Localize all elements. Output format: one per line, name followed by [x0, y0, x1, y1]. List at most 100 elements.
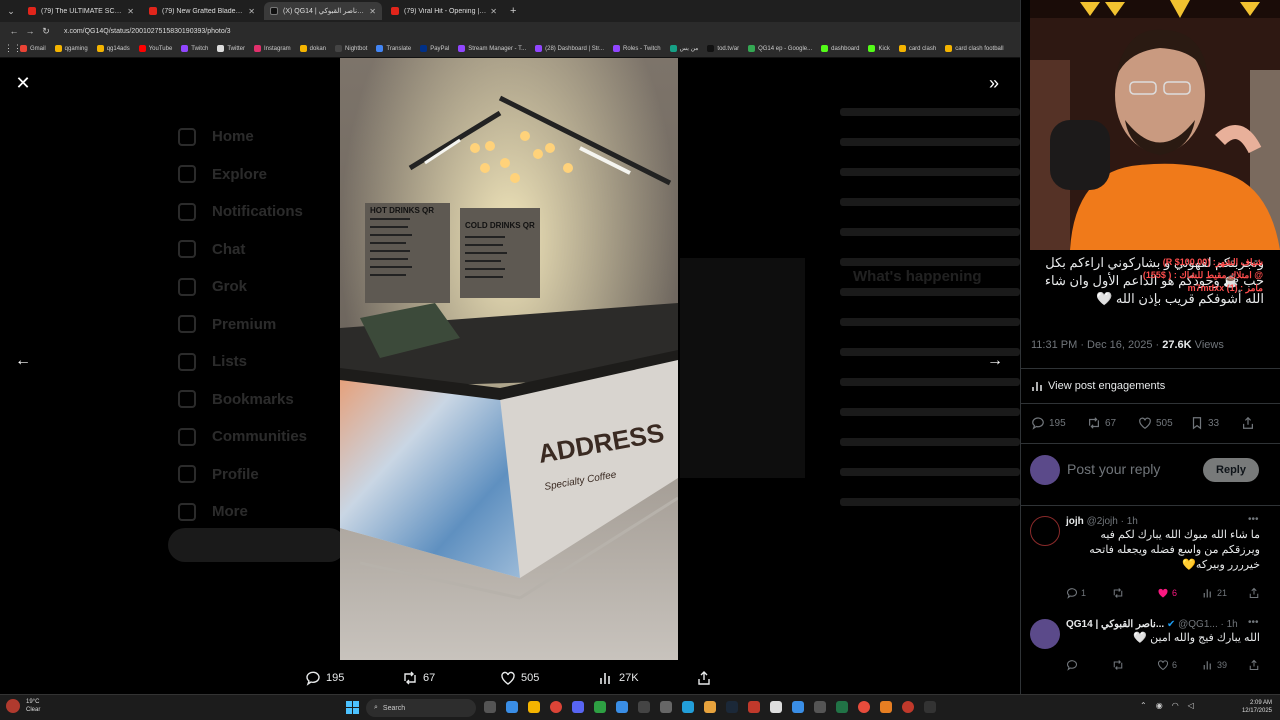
excel-icon[interactable] — [836, 701, 848, 713]
reply-stat[interactable]: 195 — [1031, 416, 1066, 430]
app-icon[interactable] — [880, 701, 892, 713]
network-icon[interactable]: ◉ — [1156, 701, 1163, 710]
comment[interactable]: jojh @2jojh · 1h ••• ما شاء الله مبوك ال… — [1030, 514, 1270, 606]
repost-stat[interactable] — [1112, 587, 1127, 599]
like-stat[interactable]: 6 — [1157, 659, 1177, 671]
wifi-icon[interactable]: ◠ — [1172, 701, 1179, 710]
edge-icon[interactable] — [506, 701, 518, 713]
more-icon[interactable]: ••• — [1248, 617, 1259, 628]
windows-start-icon[interactable] — [346, 701, 359, 714]
file-explorer-icon[interactable] — [528, 701, 540, 713]
steam-icon[interactable] — [726, 701, 738, 713]
app-icon[interactable] — [792, 701, 804, 713]
avatar[interactable] — [1030, 619, 1060, 649]
view-engagements-link[interactable]: View post engagements — [1031, 380, 1165, 392]
forward-icon[interactable]: → — [22, 26, 38, 36]
close-tab-icon[interactable]: ✕ — [369, 7, 376, 16]
bookmark[interactable]: Instagram — [253, 45, 291, 52]
like-action[interactable]: 505 — [500, 670, 539, 686]
bookmark[interactable]: card clash football — [945, 45, 1004, 52]
discord-icon[interactable] — [572, 701, 584, 713]
comment[interactable]: QG14 | ناصر القبوكي... ✔ @QG1... · 1h ••… — [1030, 617, 1270, 679]
views-stat[interactable]: 21 — [1202, 587, 1227, 599]
bookmark[interactable]: qg14ads — [96, 45, 130, 52]
avatar[interactable] — [1030, 516, 1060, 546]
like-stat[interactable]: 6 — [1157, 587, 1177, 599]
notepad-icon[interactable] — [770, 701, 782, 713]
app-icon[interactable] — [616, 701, 628, 713]
expand-panel-icon[interactable]: » — [984, 73, 1004, 93]
reply-input[interactable]: Post your reply — [1067, 461, 1160, 477]
bookmark-stat[interactable]: 33 — [1190, 416, 1219, 430]
app-icon[interactable] — [638, 701, 650, 713]
apps-icon[interactable]: ⋮⋮ — [4, 43, 22, 54]
browser-tab[interactable]: (79) New Grafted Blade Interac... ✕ — [143, 2, 261, 20]
weather-widget[interactable]: 19°C Clear — [6, 698, 40, 714]
browser-tab-active[interactable]: (X) QG14 | ناصر القبوكي (@QG14... ✕ — [264, 2, 382, 20]
url-field[interactable]: x.com/QG14Q/status/2001027515830190393/p… — [64, 28, 231, 35]
close-tab-icon[interactable]: ✕ — [490, 7, 497, 16]
browser-tab[interactable]: (79) The ULTIMATE SCHOLAR ... ✕ — [22, 2, 140, 20]
views-action[interactable]: 27K — [598, 670, 639, 686]
more-icon[interactable]: ••• — [1248, 514, 1259, 525]
bookmark[interactable]: Twitch — [181, 45, 208, 52]
reply-stat[interactable]: 1 — [1066, 587, 1086, 599]
taskbar-search[interactable]: ⌕ Search — [366, 699, 476, 717]
obs-icon[interactable] — [858, 701, 870, 713]
previous-photo-icon[interactable]: ← — [12, 350, 34, 372]
repost-stat[interactable] — [1112, 659, 1127, 671]
bookmark[interactable]: Kick — [868, 45, 890, 52]
close-icon[interactable]: ✕ — [13, 73, 33, 93]
chevron-up-icon[interactable]: ⌃ — [1140, 701, 1147, 710]
share-stat[interactable] — [1248, 587, 1263, 599]
tweet-time[interactable]: 11:31 PM · Dec 16, 2025 · — [1031, 339, 1162, 351]
bookmark[interactable]: card clash — [898, 45, 936, 52]
comment-author[interactable]: QG14 | ناصر القبوكي... — [1066, 619, 1164, 630]
tab-search-icon[interactable]: ⌄ — [0, 0, 22, 22]
share-action[interactable] — [696, 670, 717, 686]
bookmark[interactable]: qgaming — [54, 45, 88, 52]
bookmark[interactable]: Translate — [376, 45, 411, 52]
bookmark[interactable]: Roles - Twitch — [613, 45, 661, 52]
bookmark[interactable]: dokan — [299, 45, 326, 52]
app-icon[interactable] — [814, 701, 826, 713]
telegram-icon[interactable] — [682, 701, 694, 713]
bookmark[interactable]: tod.tv/ar — [707, 45, 739, 52]
reply-stat[interactable] — [1066, 659, 1081, 671]
chrome-icon[interactable] — [550, 701, 562, 713]
app-icon[interactable] — [924, 701, 936, 713]
browser-tab[interactable]: (79) Viral Hit - Opening | Wild ... ✕ — [385, 2, 503, 20]
bookmark[interactable]: Gmail — [20, 45, 46, 52]
bookmark[interactable]: (28) Dashboard | Str... — [535, 45, 604, 52]
back-icon[interactable]: ← — [6, 26, 22, 36]
reply-button[interactable]: Reply — [1203, 458, 1259, 482]
app-icon[interactable] — [748, 701, 760, 713]
next-photo-icon[interactable]: → — [984, 350, 1006, 372]
views-stat[interactable]: 39 — [1202, 659, 1227, 671]
tweet-photo[interactable]: HOT DRINKS QR COLD DRINKS QR ADDRESS Spe… — [340, 58, 678, 660]
bookmark[interactable]: PayPal — [420, 45, 449, 52]
task-view-icon[interactable] — [484, 701, 496, 713]
like-stat[interactable]: 505 — [1138, 416, 1173, 430]
reload-icon[interactable]: ↻ — [38, 26, 54, 37]
comment-author[interactable]: jojh — [1066, 516, 1084, 527]
share-stat[interactable] — [1241, 416, 1259, 430]
app-icon[interactable] — [660, 701, 672, 713]
bookmark[interactable]: Nightbot — [335, 45, 367, 52]
app-icon[interactable] — [594, 701, 606, 713]
share-stat[interactable] — [1248, 659, 1263, 671]
reply-action[interactable]: 195 — [305, 670, 344, 686]
volume-icon[interactable]: ◁ — [1188, 701, 1194, 710]
new-tab-icon[interactable]: + — [510, 5, 516, 17]
bookmark[interactable]: YouTube — [138, 45, 172, 52]
close-tab-icon[interactable]: ✕ — [248, 7, 255, 16]
app-icon[interactable] — [902, 701, 914, 713]
bookmark[interactable]: dashboard — [821, 45, 859, 52]
app-icon[interactable] — [704, 701, 716, 713]
bookmark[interactable]: QG14 ep - Google... — [748, 45, 812, 52]
bookmark[interactable]: من يس — [669, 45, 698, 52]
repost-action[interactable]: 67 — [402, 670, 435, 686]
repost-stat[interactable]: 67 — [1087, 416, 1116, 430]
bookmark[interactable]: Stream Manager - T... — [458, 45, 526, 52]
bookmark[interactable]: Twitter — [217, 45, 245, 52]
